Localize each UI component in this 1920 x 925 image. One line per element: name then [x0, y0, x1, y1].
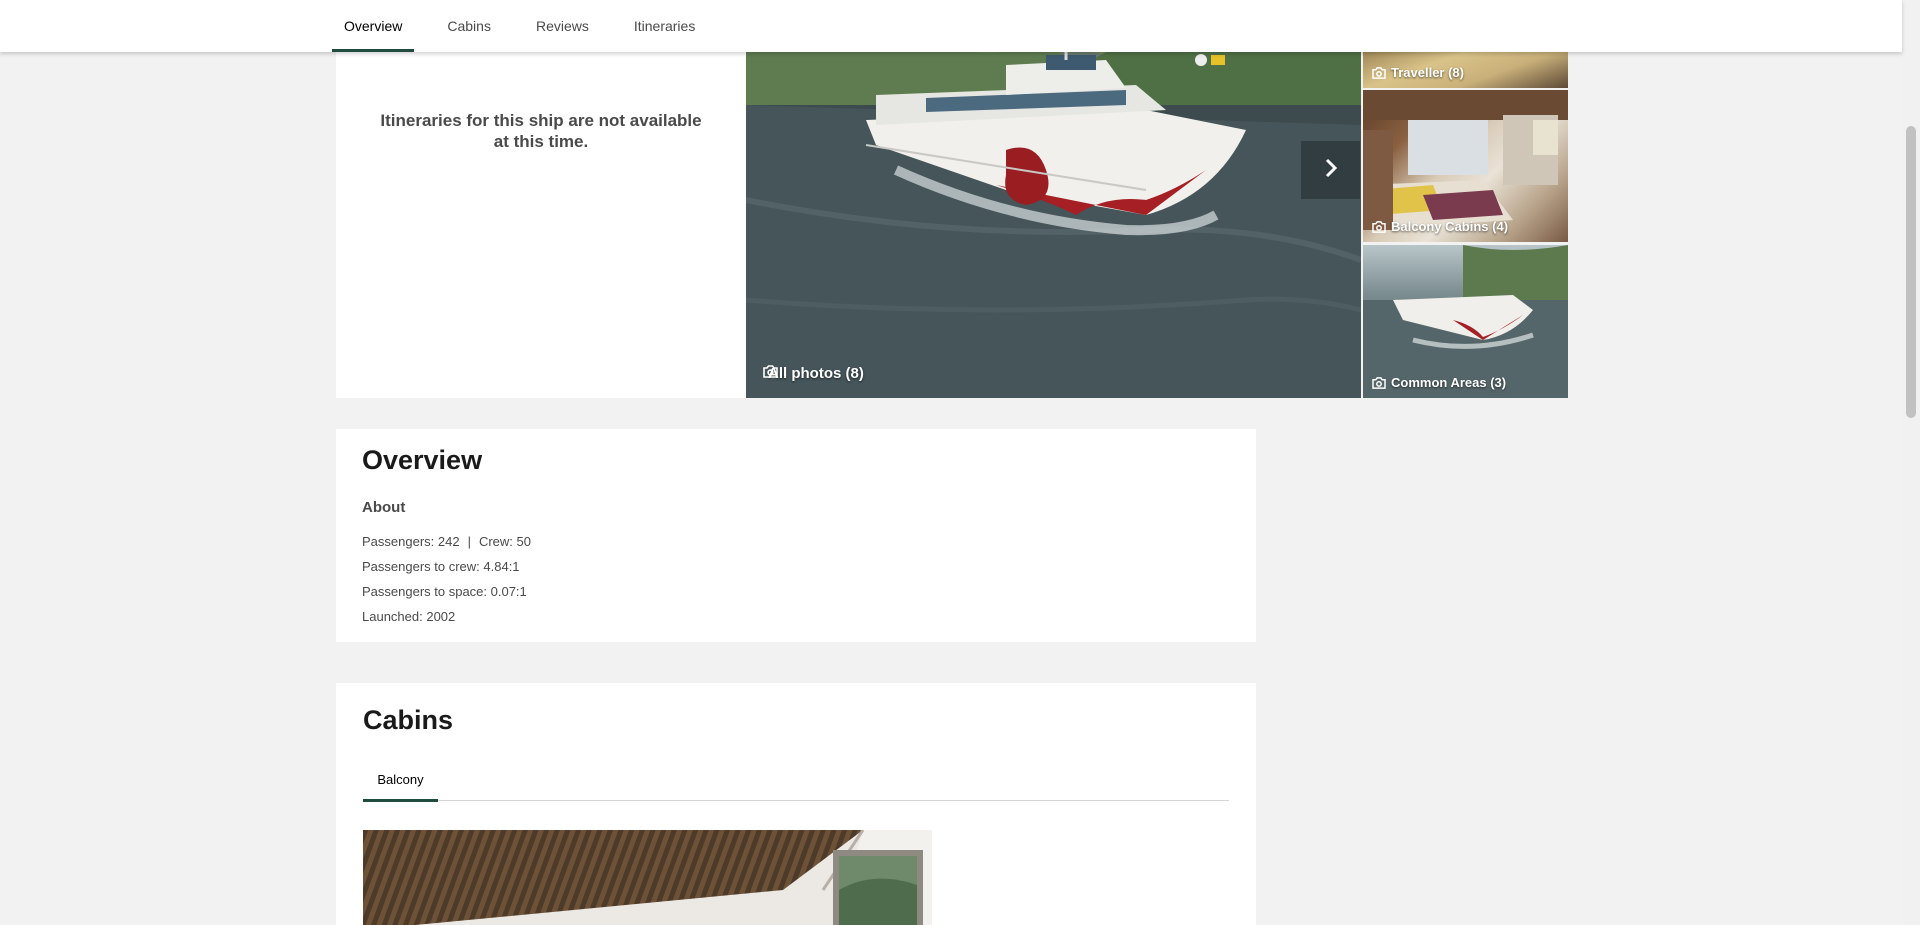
tab-overview[interactable]: Overview — [332, 0, 415, 52]
overview-section: Overview About Passengers: 242 | Crew: 50 … — [336, 429, 1256, 642]
launched-year: Launched: 2002 — [362, 609, 456, 624]
all-photos-caption[interactable]: All photos (8) — [763, 365, 864, 382]
all-photos-label: All photos (8) — [768, 365, 864, 382]
cabins-section: Cabins Balcony — [336, 683, 1256, 925]
chevron-right-icon — [1324, 158, 1338, 183]
cabin-photo-illustration — [363, 830, 932, 925]
thumbnail-label: Traveller (8) — [1391, 65, 1464, 80]
tab-reviews[interactable]: Reviews — [524, 0, 601, 52]
scrollbar-thumb[interactable] — [1906, 126, 1916, 418]
page-scrollbar[interactable] — [1902, 0, 1920, 925]
ship-facts: Passengers: 242 | Crew: 50 Passengers to c… — [362, 529, 531, 629]
thumbnail-caption: Traveller (8) — [1372, 65, 1464, 80]
thumbnail-caption: Balcony Cabins (4) — [1372, 219, 1508, 234]
passengers-to-space: Passengers to space: 0.07:1 — [362, 584, 527, 599]
itineraries-unavailable-panel: Itineraries for this ship are not availa… — [336, 0, 746, 398]
passengers-to-crew: Passengers to crew: 4.84:1 — [362, 559, 520, 574]
thumbnail-caption: Common Areas (3) — [1372, 375, 1506, 390]
about-heading: About — [362, 499, 406, 516]
overview-title: Overview — [362, 445, 483, 475]
tab-cabins[interactable]: Cabins — [435, 0, 503, 52]
passengers-count: Passengers: 242 — [362, 534, 460, 549]
cabin-photo[interactable] — [363, 830, 932, 925]
fact-separator: | — [467, 534, 471, 549]
camera-icon — [1372, 376, 1386, 389]
tab-itineraries[interactable]: Itineraries — [622, 0, 707, 52]
cabin-type-tabs: Balcony — [363, 758, 1229, 802]
main-ship-photo[interactable]: All photos (8) — [746, 0, 1361, 398]
section-tab-bar: Overview Cabins Reviews Itineraries — [0, 0, 1902, 52]
camera-icon — [1372, 66, 1386, 79]
itineraries-unavailable-message: Itineraries for this ship are not availa… — [380, 111, 702, 151]
section-tabs: Overview Cabins Reviews Itineraries — [332, 0, 728, 52]
crew-count: Crew: 50 — [478, 534, 531, 549]
camera-icon — [1372, 220, 1386, 233]
ship-hero: Itineraries for this ship are not availa… — [336, 0, 1568, 398]
next-photo-button[interactable] — [1301, 141, 1360, 199]
passengers-crew-row: Passengers: 242 | Crew: 50 — [362, 529, 531, 554]
thumbnail-label: Common Areas (3) — [1391, 375, 1507, 390]
ship-photo-illustration — [746, 0, 1361, 398]
tab-balcony[interactable]: Balcony — [363, 758, 438, 802]
photo-thumbnails: Traveller (8) Balcony Cabins (4) Common … — [1363, 0, 1568, 398]
thumbnail-balcony-cabins[interactable]: Balcony Cabins (4) — [1363, 90, 1568, 242]
cabins-title: Cabins — [363, 705, 454, 735]
thumbnail-label: Balcony Cabins (4) — [1391, 219, 1509, 234]
thumbnail-common-areas[interactable]: Common Areas (3) — [1363, 245, 1568, 398]
